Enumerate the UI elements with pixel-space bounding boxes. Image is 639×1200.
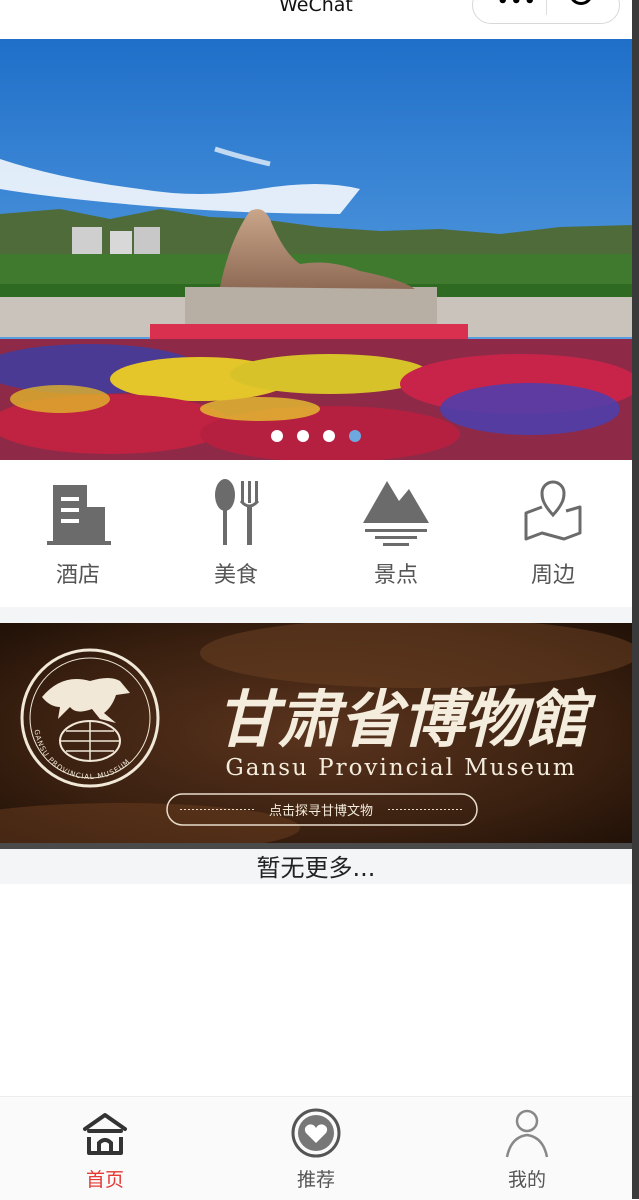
category-attractions[interactable]: 景点 (336, 477, 456, 589)
capsule-divider (546, 0, 547, 15)
category-hotel[interactable]: 酒店 (18, 477, 138, 589)
mountain-icon (363, 481, 429, 546)
more-icon[interactable]: ••• (497, 0, 538, 11)
heart-icon (291, 1108, 341, 1158)
banner-carousel[interactable] (0, 39, 632, 460)
carousel-indicators (0, 430, 632, 442)
tab-label: 首页 (85, 1169, 124, 1191)
museum-explore-button: 点击探寻甘博文物 (269, 804, 373, 819)
tab-bar: 首页 推荐 我的 (0, 1096, 632, 1200)
category-label: 景点 (373, 563, 418, 588)
user-icon (505, 1109, 549, 1158)
carousel-dot[interactable] (349, 430, 361, 442)
category-label: 周边 (530, 563, 575, 588)
tab-label: 推荐 (296, 1169, 335, 1191)
building-icon (47, 485, 111, 545)
mini-program-capsule: ••• (472, 0, 620, 24)
tab-home[interactable]: 首页 (45, 1107, 165, 1192)
carousel-dot[interactable] (297, 430, 309, 442)
category-grid: 酒店 美食 景点 周边 (0, 461, 632, 607)
category-food[interactable]: 美食 (176, 477, 296, 589)
spoon-fork-icon (215, 479, 260, 545)
museum-title-cn: 甘肃省博物館 (216, 683, 597, 756)
museum-banner-image: GANSU PROVINCIAL MUSEUM 甘肃省博物館 Gansu Pro… (0, 623, 632, 844)
tab-label: 我的 (507, 1169, 546, 1191)
banner-image (0, 39, 632, 460)
category-label: 美食 (213, 563, 258, 588)
tab-recommend[interactable]: 推荐 (256, 1107, 376, 1192)
category-label: 酒店 (55, 563, 100, 588)
home-icon (83, 1113, 127, 1155)
category-nearby[interactable]: 周边 (493, 477, 613, 589)
carousel-dot[interactable] (271, 430, 283, 442)
tab-profile[interactable]: 我的 (467, 1107, 587, 1192)
museum-banner[interactable]: GANSU PROVINCIAL MUSEUM 甘肃省博物館 Gansu Pro… (0, 623, 632, 844)
navigation-bar: WeChat ••• (0, 0, 632, 39)
map-pin-icon (524, 480, 582, 541)
section-divider (0, 607, 632, 623)
carousel-dot[interactable] (323, 430, 335, 442)
list-footer: 暂无更多... (0, 849, 632, 884)
window-edge (632, 0, 639, 1199)
close-icon[interactable] (569, 0, 593, 5)
museum-title-en: Gansu Provincial Museum (225, 755, 576, 781)
